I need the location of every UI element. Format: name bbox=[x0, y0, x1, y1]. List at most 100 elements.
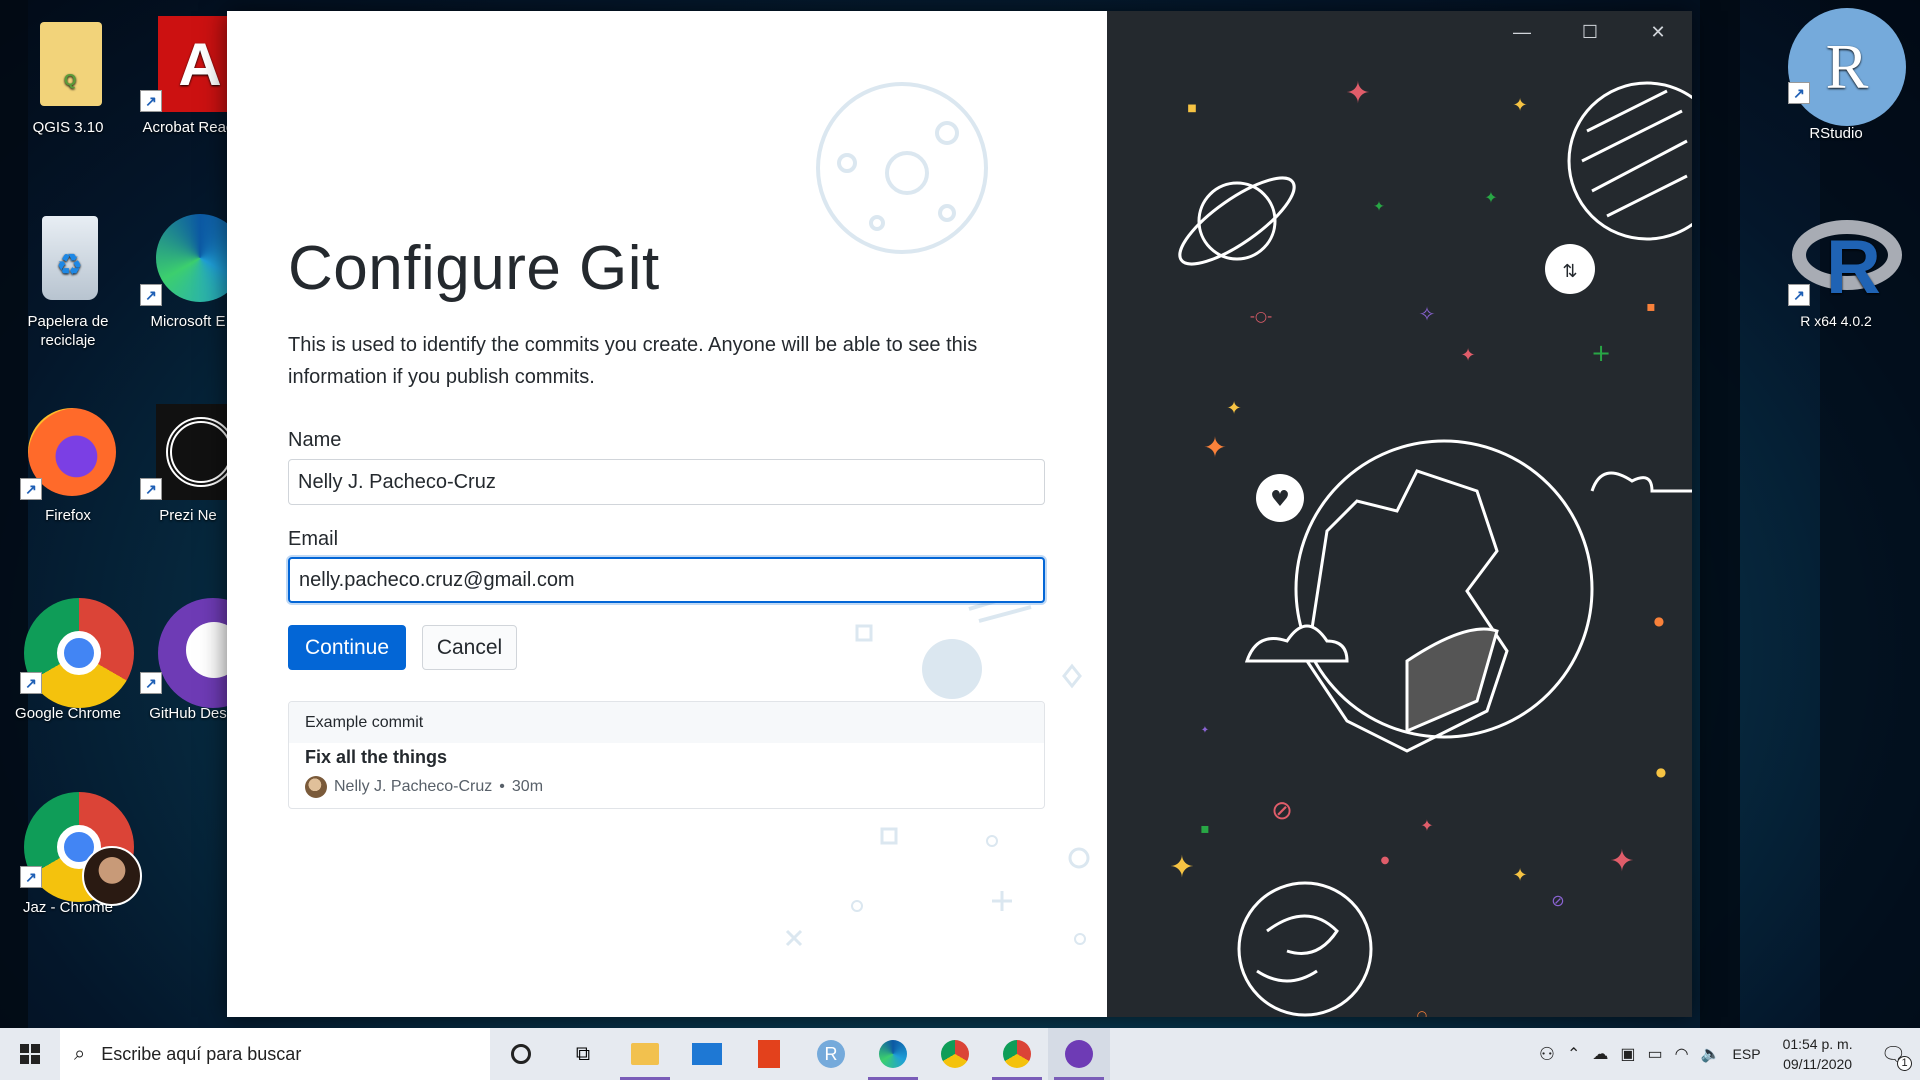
svg-text:+: + bbox=[1591, 339, 1611, 367]
shortcut-arrow-icon: ↗ bbox=[140, 672, 162, 694]
mail-icon[interactable] bbox=[676, 1028, 738, 1080]
taskbar-search-box[interactable]: ⌕ Escribe aquí para buscar bbox=[60, 1028, 490, 1080]
profile-avatar bbox=[82, 846, 142, 906]
qgis-folder-icon: Q bbox=[20, 16, 116, 112]
desktop-icon-label: Firefox bbox=[45, 507, 91, 524]
desktop-icon-jaz-chrome[interactable]: ↗ Jaz - Chrome bbox=[8, 792, 142, 917]
github-desktop-icon: ↗ bbox=[140, 598, 268, 708]
author-avatar bbox=[305, 776, 327, 798]
example-commit-box: Example commit Fix all the things Nelly … bbox=[288, 701, 1045, 809]
svg-text:⊘: ⊘ bbox=[1551, 891, 1564, 910]
svg-text:✧: ✧ bbox=[1419, 302, 1436, 326]
configure-git-window: Configure Git This is used to identify t… bbox=[227, 11, 1692, 1017]
striped-planet-drawing bbox=[1567, 81, 1692, 241]
clock[interactable]: 01:54 p. m. 09/11/2020 bbox=[1773, 1034, 1863, 1074]
chrome-profile-icon: ↗ bbox=[20, 792, 142, 906]
globe-drawing bbox=[1244, 439, 1692, 753]
svg-text:✦: ✦ bbox=[1373, 199, 1385, 215]
search-icon: ⌕ bbox=[74, 1042, 86, 1065]
name-label: Name bbox=[288, 429, 342, 451]
desktop-icon-qgis[interactable]: Q QGIS 3.10 bbox=[8, 16, 128, 137]
form-pane: Configure Git This is used to identify t… bbox=[227, 11, 1107, 1017]
volume-icon[interactable]: 🔈 bbox=[1701, 1044, 1721, 1064]
search-placeholder: Escribe aquí para buscar bbox=[101, 1043, 302, 1064]
email-label: Email bbox=[288, 528, 339, 550]
swirl-planet-drawing bbox=[1237, 881, 1373, 1017]
file-explorer-icon[interactable] bbox=[614, 1028, 676, 1080]
desktop-icon-recycle-bin[interactable]: ♻ Papelera de reciclaje bbox=[8, 210, 128, 350]
edge-icon: ↗ bbox=[140, 210, 244, 306]
prezi-icon: ↗ bbox=[140, 404, 246, 500]
onedrive-icon[interactable]: ☁ bbox=[1592, 1044, 1608, 1064]
commit-time: 30m bbox=[511, 778, 544, 795]
svg-text:♥: ♥ bbox=[1270, 487, 1290, 512]
r-language-icon: R ↗ bbox=[1788, 210, 1902, 310]
desktop-tree bbox=[1820, 0, 1920, 1030]
rstudio-taskbar-icon[interactable]: R bbox=[800, 1028, 862, 1080]
description-text: This is used to identify the commits you… bbox=[288, 334, 978, 388]
svg-text:▪: ▪ bbox=[1200, 821, 1210, 837]
meet-now-icon[interactable]: ▣ bbox=[1620, 1044, 1635, 1064]
email-input[interactable] bbox=[288, 557, 1045, 603]
shortcut-arrow-icon: ↗ bbox=[140, 90, 162, 112]
desktop-icon-label: QGIS 3.10 bbox=[32, 119, 104, 136]
commit-meta: Nelly J. Pacheco-Cruz • 30m bbox=[305, 776, 1028, 798]
rstudio-icon: R ↗ bbox=[1788, 8, 1906, 126]
desktop-icon-r[interactable]: R ↗ R x64 4.0.2 bbox=[1776, 210, 1902, 331]
recycle-bin-icon: ♻ bbox=[20, 210, 116, 306]
system-tray: ⚇ ⌃ ☁ ▣ ▭ ◠ 🔈 ESP 01:54 p. m. 09/11/2020… bbox=[1539, 1028, 1920, 1080]
example-commit-header: Example commit bbox=[289, 702, 1044, 743]
svg-text:✦: ✦ bbox=[1345, 76, 1370, 111]
desktop-icon-rstudio[interactable]: R ↗ RStudio bbox=[1776, 8, 1906, 143]
example-commit-body: Fix all the things Nelly J. Pacheco-Cruz… bbox=[289, 743, 1044, 802]
illustration-pane: — ☐ ✕ ♥ ⇅ ✦ ✦ ■ ✦ ✦ ✧ ✦ + ✦ ✦ -○- ▪ ● ● … bbox=[1107, 11, 1692, 1017]
wifi-icon[interactable]: ◠ bbox=[1675, 1044, 1689, 1064]
space-illustration: ♥ ⇅ ✦ ✦ ■ ✦ ✦ ✧ ✦ + ✦ ✦ -○- ▪ ● ● ✦ ▪ ✦ … bbox=[1169, 76, 1692, 1017]
svg-text:-○-: -○- bbox=[1250, 309, 1272, 325]
edge-taskbar-icon[interactable] bbox=[862, 1028, 924, 1080]
name-input[interactable] bbox=[288, 459, 1045, 505]
start-button[interactable] bbox=[0, 1028, 60, 1080]
windows-logo-icon bbox=[20, 1044, 40, 1064]
clock-time: 01:54 p. m. bbox=[1782, 1036, 1853, 1052]
desktop-icon-label: Papelera de reciclaje bbox=[27, 313, 109, 349]
svg-text:●: ● bbox=[1381, 855, 1390, 866]
desktop-icon-label: R x64 4.0.2 bbox=[1800, 313, 1872, 329]
firefox-icon: ↗ bbox=[20, 404, 116, 500]
language-indicator[interactable]: ESP bbox=[1733, 1046, 1761, 1062]
ringed-planet-drawing bbox=[1178, 176, 1296, 266]
notification-count: 1 bbox=[1897, 1055, 1912, 1071]
svg-text:✦: ✦ bbox=[1169, 850, 1194, 885]
shortcut-arrow-icon: ↗ bbox=[1788, 82, 1810, 104]
desktop-tree bbox=[1700, 0, 1740, 1030]
svg-text:●: ● bbox=[1656, 765, 1666, 779]
svg-text:■: ■ bbox=[1187, 103, 1196, 114]
people-icon[interactable]: ⚇ bbox=[1539, 1044, 1555, 1065]
shortcut-arrow-icon: ↗ bbox=[20, 866, 42, 888]
desktop-icon-google-chrome[interactable]: ↗ Google Chrome bbox=[8, 598, 134, 723]
cortana-icon[interactable] bbox=[490, 1028, 552, 1080]
task-view-icon[interactable]: ⧉ bbox=[552, 1028, 614, 1080]
office-icon[interactable] bbox=[738, 1028, 800, 1080]
chrome-profile-taskbar-icon[interactable] bbox=[986, 1028, 1048, 1080]
svg-text:✦: ✦ bbox=[1203, 431, 1226, 464]
desktop-icon-firefox[interactable]: ↗ Firefox bbox=[8, 404, 128, 525]
svg-text:⇅: ⇅ bbox=[1562, 261, 1577, 282]
svg-text:✦: ✦ bbox=[1226, 398, 1241, 419]
svg-text:●: ● bbox=[1654, 614, 1664, 628]
cancel-button[interactable]: Cancel bbox=[422, 625, 517, 670]
github-desktop-taskbar-icon[interactable] bbox=[1048, 1028, 1110, 1080]
shortcut-arrow-icon: ↗ bbox=[20, 672, 42, 694]
commit-author: Nelly J. Pacheco-Cruz bbox=[334, 778, 493, 795]
clock-date: 09/11/2020 bbox=[1783, 1056, 1853, 1072]
chevron-up-icon[interactable]: ⌃ bbox=[1567, 1044, 1580, 1064]
svg-text:✦: ✦ bbox=[1512, 865, 1527, 886]
continue-button[interactable]: Continue bbox=[288, 625, 406, 670]
chrome-taskbar-icon[interactable] bbox=[924, 1028, 986, 1080]
shortcut-arrow-icon: ↗ bbox=[140, 478, 162, 500]
chrome-icon: ↗ bbox=[20, 598, 134, 708]
shortcut-arrow-icon: ↗ bbox=[1788, 284, 1810, 306]
faint-shapes-decoration bbox=[785, 589, 1090, 947]
notification-center-icon[interactable]: 🗨 1 bbox=[1875, 1042, 1912, 1071]
battery-icon[interactable]: ▭ bbox=[1648, 1044, 1663, 1064]
